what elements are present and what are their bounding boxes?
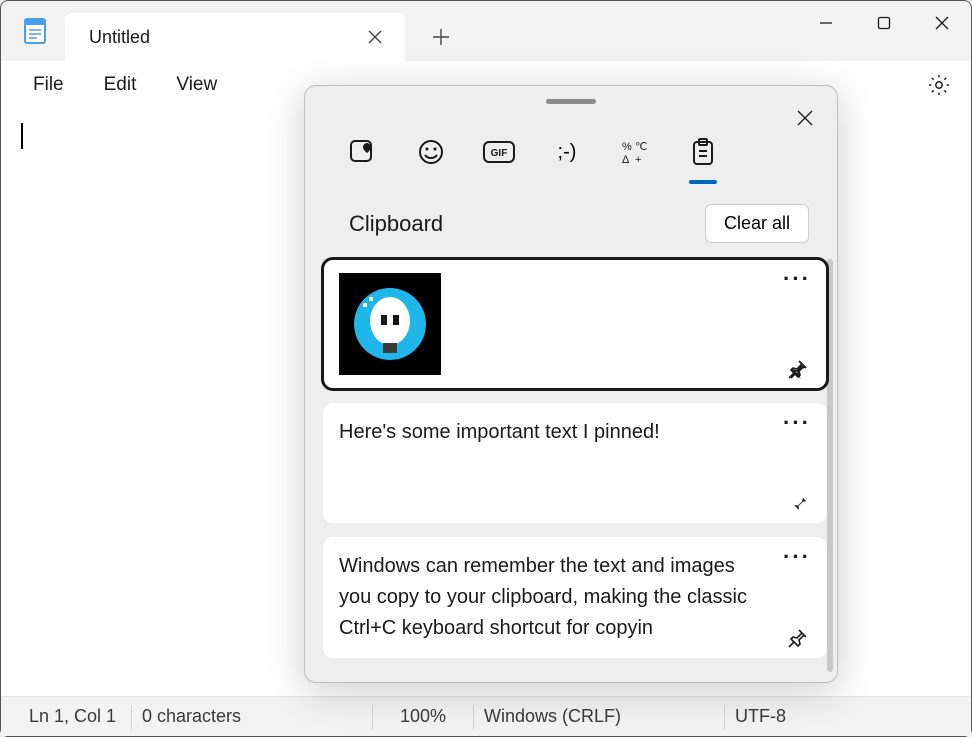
item-more-button[interactable]: ··· — [783, 267, 811, 285]
text-cursor — [21, 123, 23, 149]
item-more-button[interactable]: ··· — [783, 545, 811, 563]
status-encoding[interactable]: UTF-8 — [725, 697, 796, 736]
panel-header: Clipboard Clear all — [305, 180, 837, 255]
pin-icon[interactable] — [786, 359, 808, 381]
status-bar: Ln 1, Col 1 0 characters 100% Windows (C… — [1, 696, 971, 736]
panel-title: Clipboard — [349, 211, 443, 237]
clipboard-text: Here's some important text I pinned! — [339, 417, 811, 509]
panel-tab-row: GIF ;-) %℃ Δ + — [305, 104, 837, 180]
clipboard-item[interactable]: ··· — [323, 259, 827, 389]
new-tab-button[interactable] — [421, 17, 461, 57]
close-tab-button[interactable] — [361, 23, 389, 51]
notepad-app-icon — [21, 17, 49, 45]
status-position[interactable]: Ln 1, Col 1 — [1, 697, 131, 736]
panel-close-button[interactable] — [791, 104, 819, 132]
status-line-ending[interactable]: Windows (CRLF) — [474, 697, 724, 736]
maximize-button[interactable] — [855, 1, 913, 45]
clipboard-item[interactable]: Windows can remember the text and images… — [323, 537, 827, 658]
pin-icon[interactable] — [786, 628, 808, 650]
menu-edit[interactable]: Edit — [84, 66, 157, 104]
item-more-button[interactable]: ··· — [783, 411, 811, 429]
clipboard-item[interactable]: Here's some important text I pinned! ··· — [323, 403, 827, 523]
clipboard-image-thumbnail — [339, 273, 441, 375]
clipboard-text: Windows can remember the text and images… — [339, 551, 811, 644]
title-bar: Untitled — [1, 1, 971, 61]
notepad-window: Untitled File Edit View Ln 1, Col 1 0 ch… — [0, 0, 972, 737]
svg-text:%: % — [622, 141, 632, 153]
menu-view[interactable]: View — [156, 66, 237, 104]
tab-title: Untitled — [89, 27, 361, 48]
tab-recent-icon[interactable] — [345, 134, 381, 170]
clear-all-button[interactable]: Clear all — [705, 204, 809, 243]
status-chars: 0 characters — [132, 697, 372, 736]
pin-icon-filled[interactable] — [786, 493, 808, 515]
svg-text:+: + — [635, 154, 641, 165]
tab-gif-icon[interactable]: GIF — [481, 134, 517, 170]
clipboard-list: ··· Here's some important text I pinned!… — [305, 255, 837, 682]
close-window-button[interactable] — [913, 1, 971, 45]
document-tab[interactable]: Untitled — [65, 13, 405, 61]
scrollbar[interactable] — [827, 259, 833, 672]
tab-clipboard-icon[interactable] — [685, 134, 721, 170]
tab-kaomoji-icon[interactable]: ;-) — [549, 134, 585, 170]
minimize-button[interactable] — [797, 1, 855, 45]
svg-text:Δ: Δ — [622, 154, 630, 165]
settings-button[interactable] — [919, 65, 959, 105]
window-controls — [797, 1, 971, 45]
clipboard-panel: GIF ;-) %℃ Δ + Clipboard Clear all ··· — [304, 85, 838, 683]
tab-emoji-icon[interactable] — [413, 134, 449, 170]
svg-text:℃: ℃ — [635, 141, 647, 153]
menu-file[interactable]: File — [13, 66, 84, 104]
status-zoom[interactable]: 100% — [373, 697, 473, 736]
svg-text:GIF: GIF — [491, 148, 508, 159]
tab-symbols-icon[interactable]: %℃ Δ + — [617, 134, 653, 170]
